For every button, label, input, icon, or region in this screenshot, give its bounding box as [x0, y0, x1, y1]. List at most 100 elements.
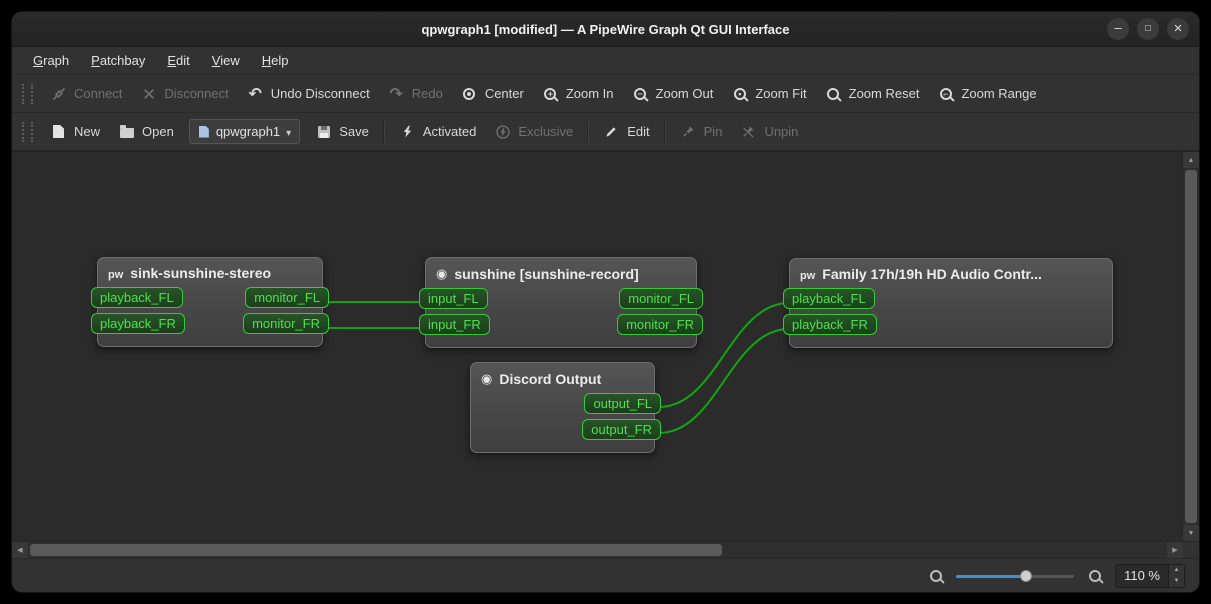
- undo-disconnect-button[interactable]: Undo Disconnect: [238, 80, 379, 107]
- activated-bolt-icon: [399, 123, 416, 140]
- zoom-value: 110 %: [1124, 568, 1160, 583]
- zoom-reset-button[interactable]: Zoom Reset: [816, 80, 929, 107]
- close-button[interactable]: [1167, 18, 1189, 40]
- menu-edit[interactable]: Edit: [156, 49, 200, 72]
- connect-label: Connect: [74, 86, 123, 101]
- port-playback-fr[interactable]: playback_FR: [91, 312, 185, 334]
- zoom-out-button[interactable]: − Zoom Out: [623, 80, 723, 107]
- toolbar-main: Connect Disconnect Undo Disconnect Redo …: [12, 75, 1199, 113]
- menu-patchbay[interactable]: Patchbay: [80, 49, 156, 72]
- port-output-fl[interactable]: output_FL: [584, 392, 661, 414]
- activated-label: Activated: [422, 124, 477, 139]
- zoom-fit-button[interactable]: ▪ Zoom Fit: [722, 80, 815, 107]
- toolbar-grip[interactable]: [22, 121, 33, 142]
- redo-button[interactable]: Redo: [379, 80, 452, 107]
- exclusive-button[interactable]: Exclusive: [485, 118, 582, 145]
- vertical-scroll-thumb[interactable]: [1185, 170, 1197, 523]
- exclusive-bolt-icon: [494, 123, 511, 140]
- scroll-left-icon[interactable]: [12, 542, 28, 558]
- pin-button[interactable]: Pin: [671, 118, 732, 145]
- zoom-out-label: Zoom Out: [655, 86, 714, 101]
- zoom-slider-handle[interactable]: [1019, 569, 1032, 582]
- titlebar[interactable]: qpwgraph1 [modified] — A PipeWire Graph …: [12, 12, 1199, 47]
- node-sink-sunshine-stereo[interactable]: sink-sunshine-stereo playback_FL monitor…: [91, 257, 329, 347]
- new-button[interactable]: New: [41, 118, 109, 145]
- disconnect-icon: [140, 85, 157, 102]
- port-input-fl[interactable]: input_FL: [419, 287, 488, 309]
- horizontal-scrollbar[interactable]: [12, 541, 1199, 558]
- node-title: sunshine [sunshine-record]: [454, 265, 639, 282]
- chevron-down-icon: [286, 124, 291, 139]
- port-monitor-fr[interactable]: monitor_FR: [243, 312, 329, 334]
- unpin-button[interactable]: Unpin: [731, 118, 807, 145]
- menu-view[interactable]: View: [201, 49, 251, 72]
- scroll-up-icon[interactable]: [1183, 152, 1199, 168]
- scrollbar-corner: [1183, 542, 1199, 558]
- pipewire-icon: [800, 266, 815, 282]
- zoom-spinbox[interactable]: 110 %: [1115, 563, 1185, 588]
- edit-label: Edit: [627, 124, 650, 139]
- app-window: qpwgraph1 [modified] — A PipeWire Graph …: [12, 12, 1199, 592]
- graph-canvas[interactable]: sink-sunshine-stereo playback_FL monitor…: [12, 151, 1182, 541]
- statusbar: 110 %: [12, 558, 1199, 592]
- center-icon: [461, 85, 478, 102]
- zoom-out-mini-icon[interactable]: [927, 567, 944, 584]
- port-output-fr[interactable]: output_FR: [582, 418, 661, 440]
- scroll-down-icon[interactable]: [1183, 525, 1199, 541]
- zoom-range-button[interactable]: ⌐ Zoom Range: [928, 80, 1045, 107]
- undo-icon: [247, 85, 264, 102]
- center-button[interactable]: Center: [452, 80, 533, 107]
- maximize-button[interactable]: [1137, 18, 1159, 40]
- connect-icon: [50, 85, 67, 102]
- center-label: Center: [484, 86, 524, 101]
- disconnect-button[interactable]: Disconnect: [131, 80, 237, 107]
- zoom-in-button[interactable]: + Zoom In: [533, 80, 623, 107]
- node-family-hd-audio[interactable]: Family 17h/19h HD Audio Contr... playbac…: [783, 258, 1113, 348]
- save-icon: [315, 123, 332, 140]
- menubar: Graph Patchbay Edit View Help: [12, 47, 1199, 75]
- spin-down-icon[interactable]: [1169, 575, 1184, 587]
- zoom-in-label: Zoom In: [565, 86, 614, 101]
- menu-help[interactable]: Help: [251, 49, 300, 72]
- port-playback-fl[interactable]: playback_FL: [91, 286, 183, 308]
- exclusive-label: Exclusive: [518, 124, 574, 139]
- port-monitor-fl[interactable]: monitor_FL: [245, 286, 329, 308]
- edit-pencil-icon: [603, 123, 620, 140]
- port-monitor-fl[interactable]: monitor_FL: [619, 287, 703, 309]
- save-button[interactable]: Save: [306, 118, 378, 145]
- zoom-slider[interactable]: [956, 569, 1075, 583]
- zoom-in-icon: +: [542, 85, 559, 102]
- session-combo-value: qpwgraph1: [215, 124, 281, 139]
- port-input-fr[interactable]: input_FR: [419, 313, 490, 335]
- horizontal-scroll-thumb[interactable]: [30, 544, 722, 556]
- minimize-button[interactable]: [1107, 18, 1129, 40]
- open-folder-icon: [118, 123, 135, 140]
- scroll-right-icon[interactable]: [1167, 542, 1183, 558]
- session-combo[interactable]: qpwgraph1: [188, 119, 301, 144]
- application-icon: [436, 265, 447, 282]
- edit-button[interactable]: Edit: [594, 118, 658, 145]
- menu-graph[interactable]: Graph: [22, 49, 80, 72]
- node-discord-output[interactable]: Discord Output output_FL output_FR: [470, 362, 661, 453]
- new-label: New: [74, 124, 101, 139]
- pipewire-icon: [108, 265, 123, 281]
- port-monitor-fr[interactable]: monitor_FR: [617, 313, 703, 335]
- zoom-range-label: Zoom Range: [961, 86, 1037, 101]
- window-controls: [1107, 18, 1199, 40]
- toolbar-separator: [663, 120, 666, 143]
- zoom-in-mini-icon[interactable]: [1086, 567, 1103, 584]
- spin-arrows: [1168, 564, 1184, 587]
- port-playback-fr[interactable]: playback_FR: [783, 313, 877, 335]
- activated-button[interactable]: Activated: [390, 118, 485, 145]
- toolbar-grip[interactable]: [22, 83, 33, 104]
- port-playback-fl[interactable]: playback_FL: [783, 287, 875, 309]
- spin-up-icon[interactable]: [1169, 564, 1184, 576]
- node-sunshine[interactable]: sunshine [sunshine-record] input_FL moni…: [419, 257, 703, 348]
- connect-button[interactable]: Connect: [41, 80, 131, 107]
- open-button[interactable]: Open: [109, 118, 183, 145]
- redo-icon: [388, 85, 405, 102]
- application-icon: [481, 370, 492, 387]
- vertical-scrollbar[interactable]: [1182, 151, 1199, 541]
- toolbar-separator: [382, 120, 385, 143]
- open-label: Open: [142, 124, 174, 139]
